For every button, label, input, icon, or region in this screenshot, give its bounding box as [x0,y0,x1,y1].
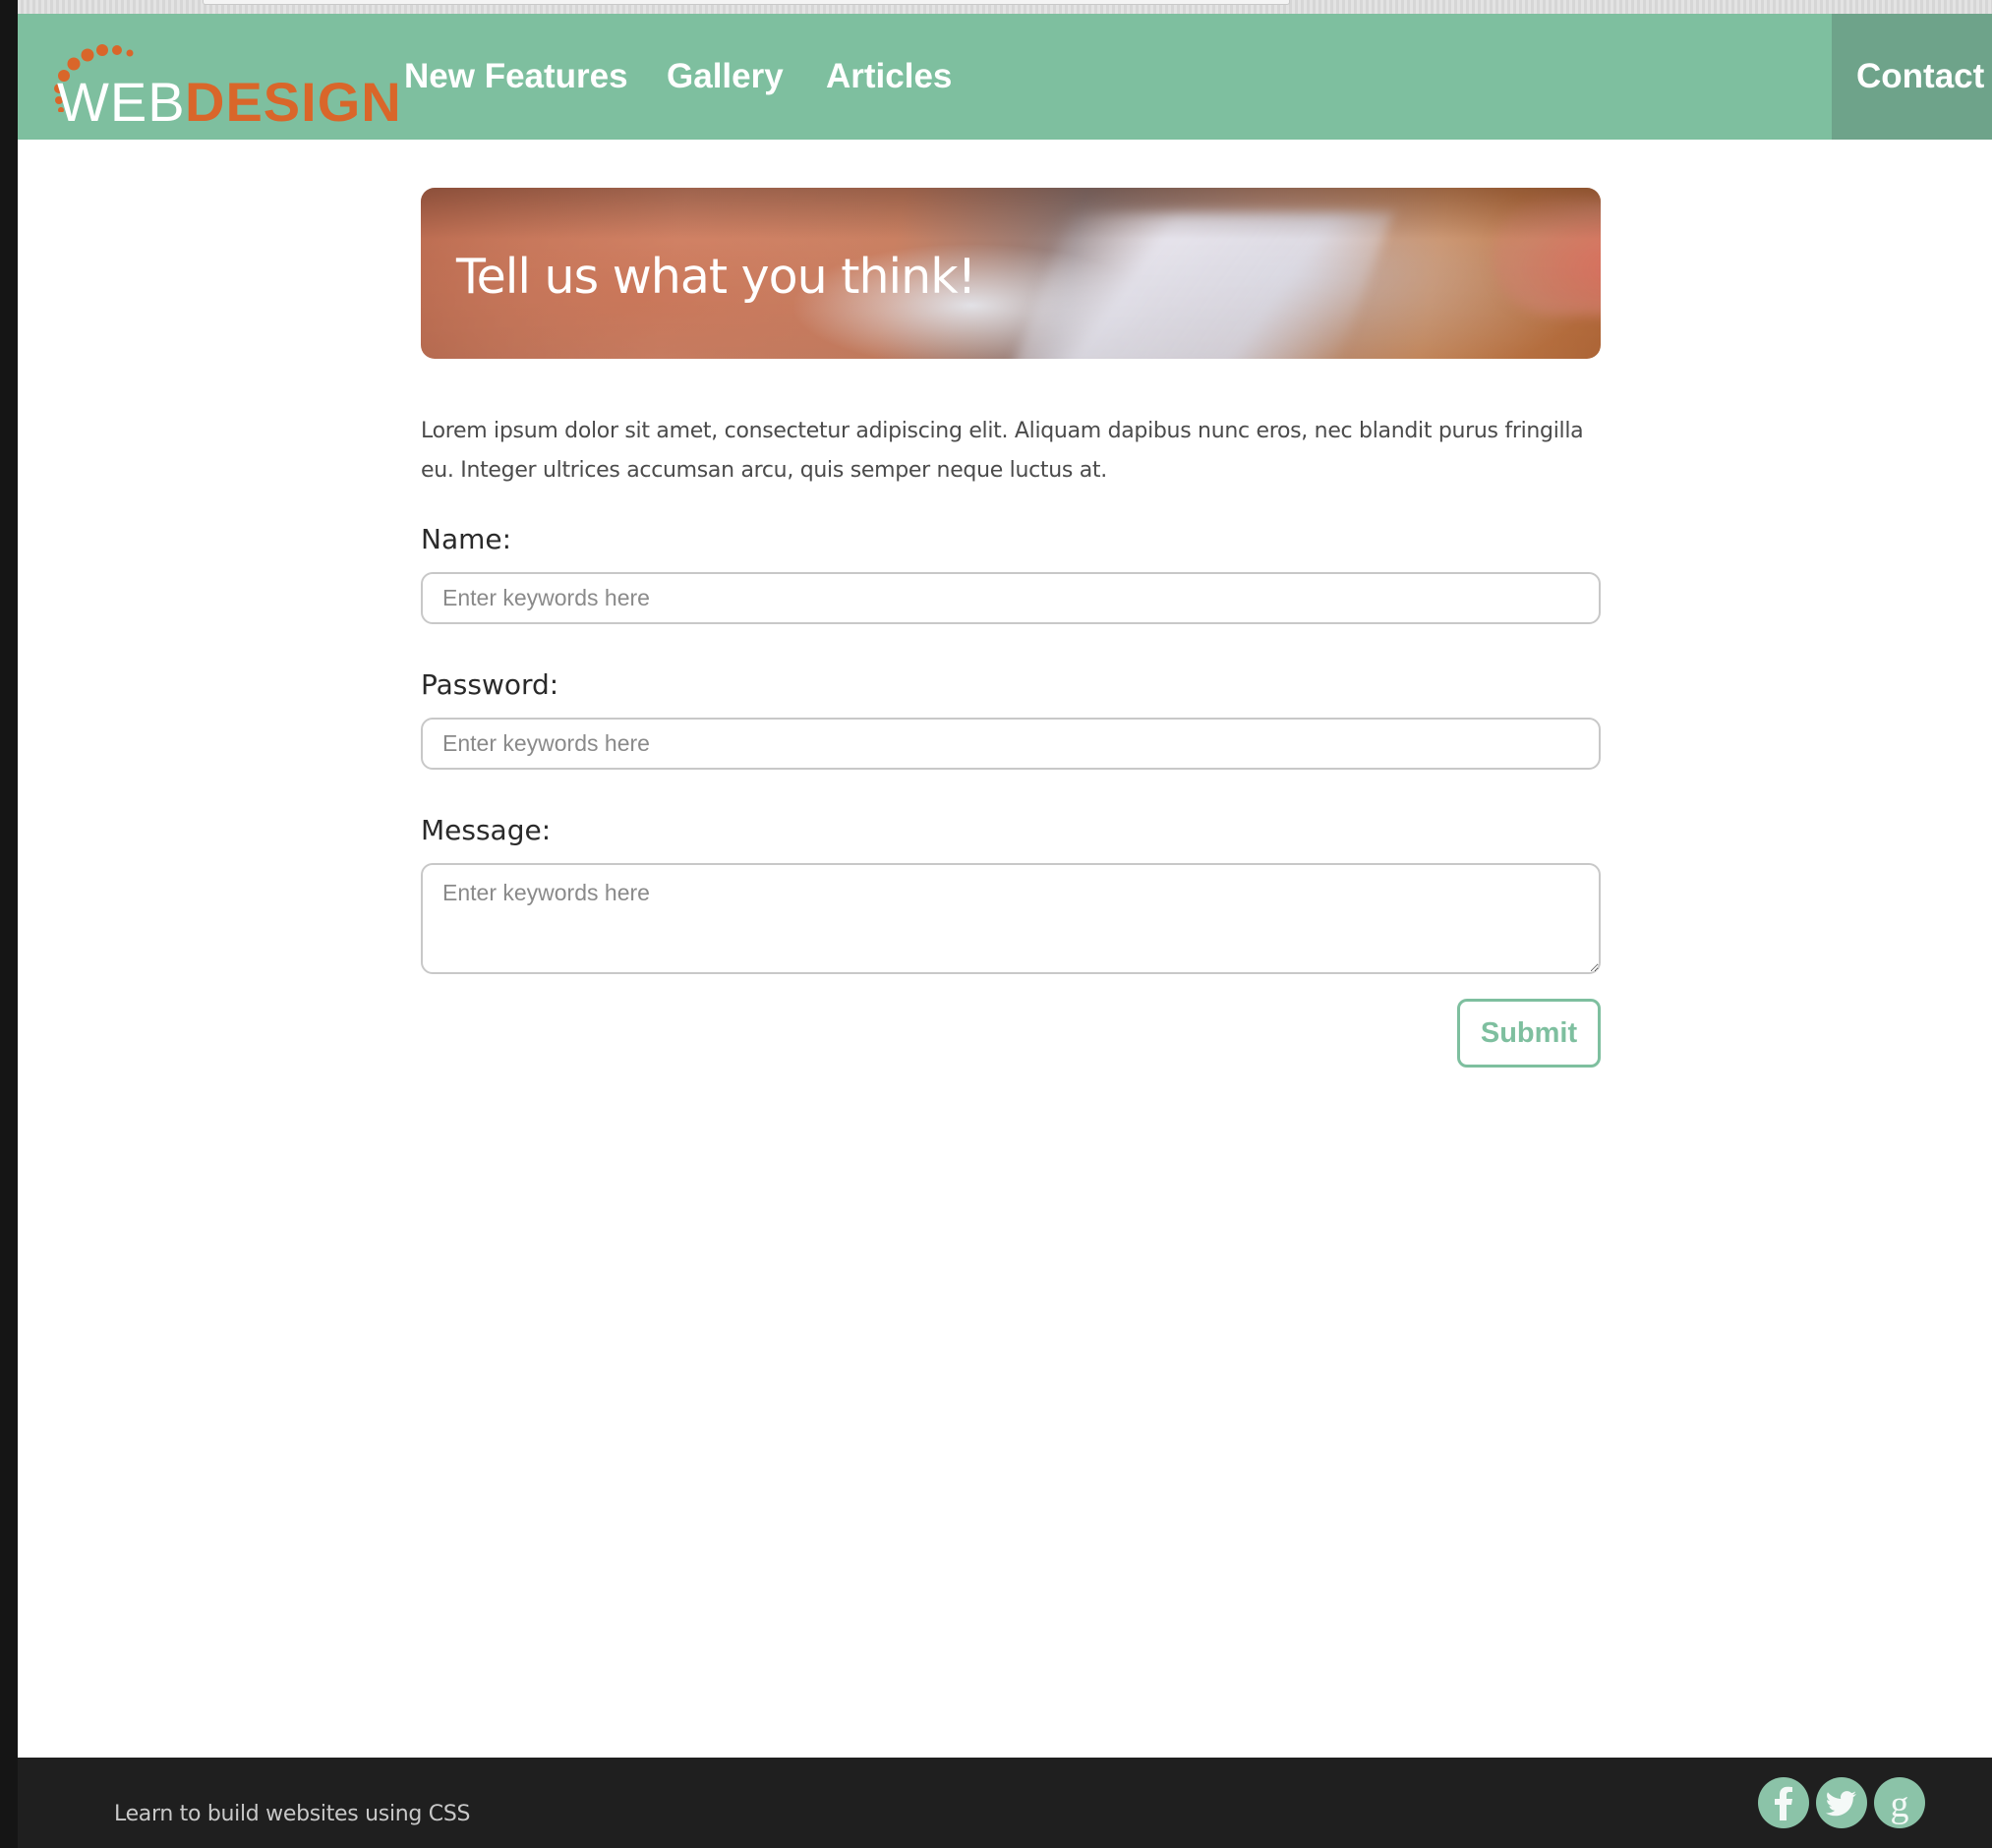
footer-tagline: Learn to build websites using CSS [114,1802,471,1826]
hero-title: Tell us what you think! [456,249,976,305]
nav-gallery[interactable]: Gallery [667,57,784,96]
site-footer: Learn to build websites using CSS g [18,1758,1992,1848]
logo-text-web: WEB [57,71,186,133]
facebook-icon[interactable] [1758,1777,1809,1828]
nav-new-features[interactable]: New Features [404,57,628,96]
twitter-icon[interactable] [1816,1777,1867,1828]
page: WEB DESIGN New Features Gallery Articles… [18,14,1992,1758]
hero-banner: Tell us what you think! [421,188,1601,359]
address-bar-edge[interactable] [203,0,1290,5]
name-label: Name: [421,523,512,555]
password-input[interactable] [421,718,1601,770]
svg-text:g: g [1891,1784,1909,1825]
nav-contact[interactable]: Contact [1832,14,1992,140]
site-header: WEB DESIGN New Features Gallery Articles… [18,14,1992,140]
logo-text-design: DESIGN [185,71,402,133]
message-textarea[interactable] [421,863,1601,974]
site-logo[interactable]: WEB DESIGN [39,33,401,133]
message-label: Message: [421,814,552,846]
nav-contact-label: Contact [1856,57,1985,95]
name-input[interactable] [421,572,1601,624]
google-icon[interactable]: g [1874,1777,1925,1828]
password-label: Password: [421,668,559,701]
browser-toolbar-edge [18,0,1992,14]
submit-button[interactable]: Submit [1457,999,1601,1068]
window-edge [0,0,18,1848]
nav-articles[interactable]: Articles [826,57,952,96]
intro-paragraph: Lorem ipsum dolor sit amet, consectetur … [421,419,1584,483]
